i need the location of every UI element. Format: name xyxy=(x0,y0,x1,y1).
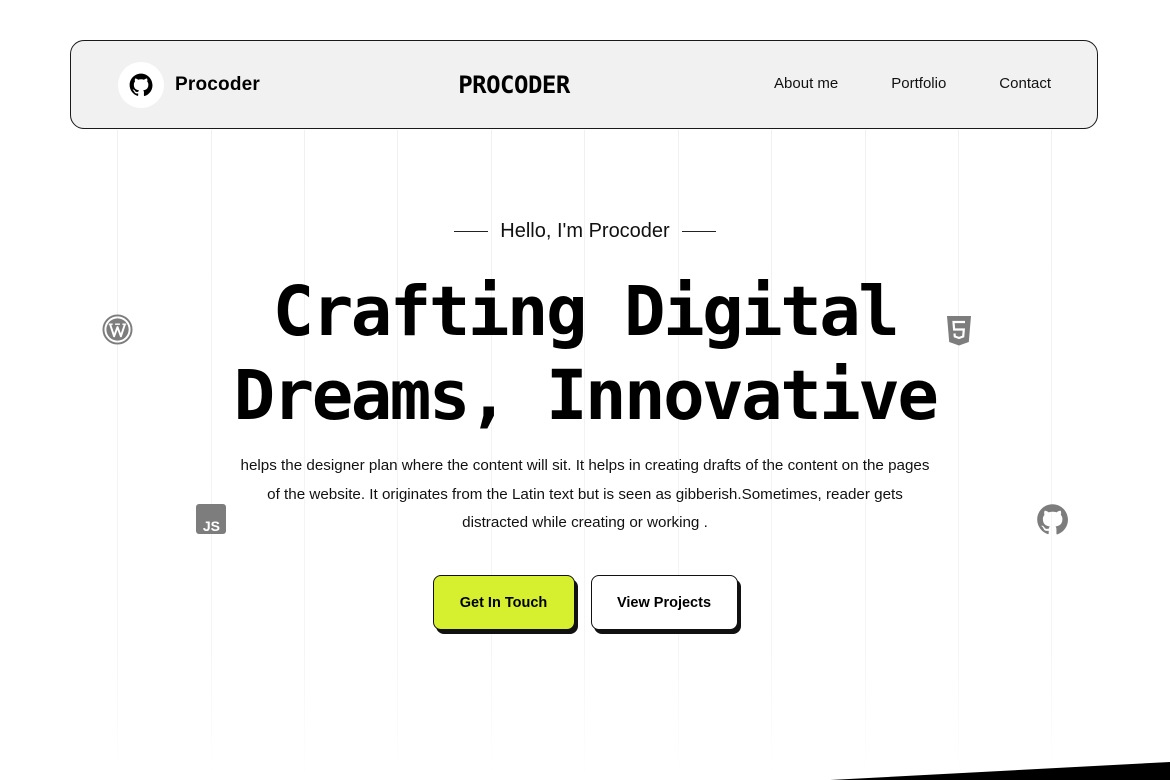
headline-line-2: Dreams, Innovative xyxy=(233,356,939,436)
eyebrow-text: Hello, I'm Procoder xyxy=(500,220,670,242)
svg-text:JS: JS xyxy=(203,518,220,534)
eyebrow-dash-left xyxy=(454,231,489,232)
decorative-wedge xyxy=(830,762,1170,780)
headline-line-1: Crafting Digital xyxy=(272,272,900,352)
javascript-icon: JS xyxy=(196,504,226,539)
html5-icon xyxy=(946,315,972,352)
nav-about-me[interactable]: About me xyxy=(774,75,838,92)
nav-portfolio[interactable]: Portfolio xyxy=(891,75,946,92)
hero-description: helps the designer plan where the conten… xyxy=(240,457,930,531)
eyebrow-dash-right xyxy=(681,231,716,232)
view-projects-button[interactable]: View Projects xyxy=(590,575,738,630)
hero-headline: Crafting Digital Dreams, Innovative xyxy=(0,270,1170,438)
wordpress-icon xyxy=(102,314,133,350)
get-in-touch-button[interactable]: Get In Touch xyxy=(432,575,575,630)
hero-buttons: Get In Touch View Projects xyxy=(0,575,1170,630)
hero-eyebrow: Hello, I'm Procoder xyxy=(0,220,1170,243)
page: Procoder PROCODER About me Portfolio Con… xyxy=(0,0,1170,780)
nav-contact[interactable]: Contact xyxy=(999,75,1051,92)
main-nav: About me Portfolio Contact xyxy=(774,75,1051,92)
github-icon xyxy=(1035,502,1070,542)
site-header: Procoder PROCODER About me Portfolio Con… xyxy=(70,40,1098,129)
